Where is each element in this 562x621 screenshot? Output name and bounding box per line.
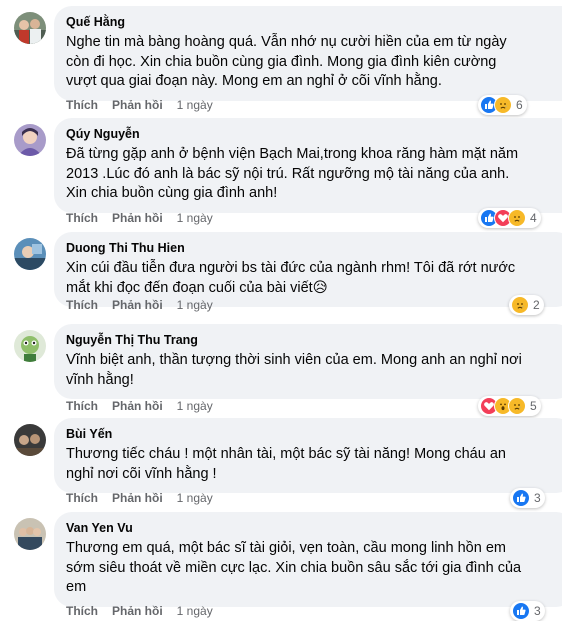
comment-text-line: Đã từng gặp anh ở bệnh viện Bạch Mai,tro… bbox=[66, 146, 519, 162]
comment-author[interactable]: Duong Thi Thu Hien bbox=[66, 240, 562, 256]
reactions-summary[interactable]: 3 bbox=[510, 601, 545, 621]
comment-actions: Thích Phản hồi 1 ngày bbox=[66, 297, 213, 313]
avatar[interactable] bbox=[14, 238, 46, 270]
like-button[interactable]: Thích bbox=[66, 98, 98, 112]
comment-bubble: Bùi Yến Thương tiếc cháu ! một nhân tài, … bbox=[54, 418, 562, 493]
reaction-icons bbox=[511, 296, 529, 314]
comment-text-line: nghỉ nơi cõi vĩnh hằng ! bbox=[66, 465, 217, 482]
sad-icon bbox=[508, 209, 526, 227]
like-button[interactable]: Thích bbox=[66, 211, 98, 225]
comment-actions: Thích Phản hồi 1 ngày bbox=[66, 97, 213, 113]
comment-text-line: sớm siêu thoát về miền cực lạc. Xin chia… bbox=[66, 559, 522, 576]
comment-text-line: Xin chia buồn cùng gia đình anh! bbox=[66, 185, 278, 201]
comment-actions: Thích Phản hồi 1 ngày bbox=[66, 603, 213, 619]
like-button[interactable]: Thích bbox=[66, 399, 98, 413]
comment-text-line: 2013 .Lúc đó anh là bác sỹ nội trú. Rất … bbox=[66, 165, 510, 182]
like-button[interactable]: Thích bbox=[66, 298, 98, 312]
comment-text: Xin cúi đầu tiễn đưa người bs tài đức củ… bbox=[66, 259, 562, 298]
sad-icon bbox=[494, 96, 512, 114]
comment-text-line: Vĩnh biệt anh, thần tượng thời sinh viên… bbox=[66, 352, 522, 368]
comment-author[interactable]: Quế Hằng bbox=[66, 14, 562, 30]
comment-timestamp[interactable]: 1 ngày bbox=[177, 211, 213, 225]
like-button[interactable]: Thích bbox=[66, 491, 98, 505]
reaction-count: 3 bbox=[534, 491, 541, 505]
comment-bubble: Nguyễn Thị Thu Trang Vĩnh biệt anh, thần … bbox=[54, 324, 562, 399]
avatar[interactable] bbox=[14, 424, 46, 456]
comment-bubble: Quế Hằng Nghe tin mà bàng hoàng quá. Vẫn … bbox=[54, 6, 562, 101]
comment-text-line: Thương em quá, một bác sĩ tài giỏi, vẹn … bbox=[66, 540, 506, 556]
reaction-icons bbox=[512, 489, 530, 507]
comment-text-line: Nghe tin mà bàng hoàng quá. Vẫn nhớ nụ c… bbox=[66, 34, 507, 50]
reactions-summary[interactable]: 2 bbox=[509, 295, 544, 315]
comment-text-line: Thương tiếc cháu ! một nhân tài, một bác… bbox=[66, 446, 506, 462]
comment-text: Thương em quá, một bác sĩ tài giỏi, vẹn … bbox=[66, 539, 562, 598]
reaction-count: 4 bbox=[530, 211, 537, 225]
comment-timestamp[interactable]: 1 ngày bbox=[177, 98, 213, 112]
reply-button[interactable]: Phản hồi bbox=[112, 98, 163, 112]
comment-text: Vĩnh biệt anh, thần tượng thời sinh viên… bbox=[66, 351, 562, 390]
comment-author[interactable]: Qúy Nguyễn bbox=[66, 126, 562, 142]
reaction-icons bbox=[480, 209, 526, 227]
comment-text: Thương tiếc cháu ! một nhân tài, một bác… bbox=[66, 445, 562, 484]
sad-icon bbox=[508, 397, 526, 415]
reply-button[interactable]: Phản hồi bbox=[112, 399, 163, 413]
reactions-summary[interactable]: 5 bbox=[478, 396, 541, 416]
avatar[interactable] bbox=[14, 12, 46, 44]
avatar[interactable] bbox=[14, 330, 46, 362]
reaction-count: 5 bbox=[530, 399, 537, 413]
comment-text-line: vượt qua giai đoạn này. Mong em an nghỉ … bbox=[66, 73, 442, 89]
reaction-count: 6 bbox=[516, 98, 523, 112]
comment-timestamp[interactable]: 1 ngày bbox=[177, 298, 213, 312]
avatar[interactable] bbox=[14, 518, 46, 550]
comment-text-line: còn đi học. Xin chia buồn cùng gia đình.… bbox=[66, 53, 497, 70]
comment-timestamp[interactable]: 1 ngày bbox=[177, 491, 213, 505]
comment-text-line: mắt khi đọc đến đoạn cuối của bài viết😥 bbox=[66, 279, 328, 296]
comment-bubble: Qúy Nguyễn Đã từng gặp anh ở bệnh viện Bạ… bbox=[54, 118, 562, 213]
comment-author[interactable]: Van Yen Vu bbox=[66, 520, 562, 536]
reaction-count: 2 bbox=[533, 298, 540, 312]
sad-icon bbox=[511, 296, 529, 314]
comment-text-line: Xin cúi đầu tiễn đưa người bs tài đức củ… bbox=[66, 260, 516, 276]
avatar[interactable] bbox=[14, 124, 46, 156]
reply-button[interactable]: Phản hồi bbox=[112, 211, 163, 225]
comment-timestamp[interactable]: 1 ngày bbox=[177, 399, 213, 413]
comment-text-line: vĩnh hằng! bbox=[66, 371, 134, 388]
reply-button[interactable]: Phản hồi bbox=[112, 298, 163, 312]
comment-author[interactable]: Nguyễn Thị Thu Trang bbox=[66, 332, 562, 348]
comment-text-line: em bbox=[66, 579, 87, 595]
comment-text: Nghe tin mà bàng hoàng quá. Vẫn nhớ nụ c… bbox=[66, 33, 562, 92]
comment-actions: Thích Phản hồi 1 ngày bbox=[66, 210, 213, 226]
reactions-summary[interactable]: 6 bbox=[478, 95, 527, 115]
reactions-summary[interactable]: 3 bbox=[510, 488, 545, 508]
comment-bubble: Van Yen Vu Thương em quá, một bác sĩ tài … bbox=[54, 512, 562, 607]
reply-button[interactable]: Phản hồi bbox=[112, 491, 163, 505]
comment-actions: Thích Phản hồi 1 ngày bbox=[66, 490, 213, 506]
reaction-icons bbox=[480, 96, 512, 114]
comment-author[interactable]: Bùi Yến bbox=[66, 426, 562, 442]
like-icon bbox=[512, 489, 530, 507]
comment-actions: Thích Phản hồi 1 ngày bbox=[66, 398, 213, 414]
comment-text: Đã từng gặp anh ở bệnh viện Bạch Mai,tro… bbox=[66, 145, 562, 204]
reactions-summary[interactable]: 4 bbox=[478, 208, 541, 228]
reaction-icons bbox=[480, 397, 526, 415]
comment-bubble: Duong Thi Thu Hien Xin cúi đầu tiễn đưa n… bbox=[54, 232, 562, 307]
like-icon bbox=[512, 602, 530, 620]
reaction-icons bbox=[512, 602, 530, 620]
